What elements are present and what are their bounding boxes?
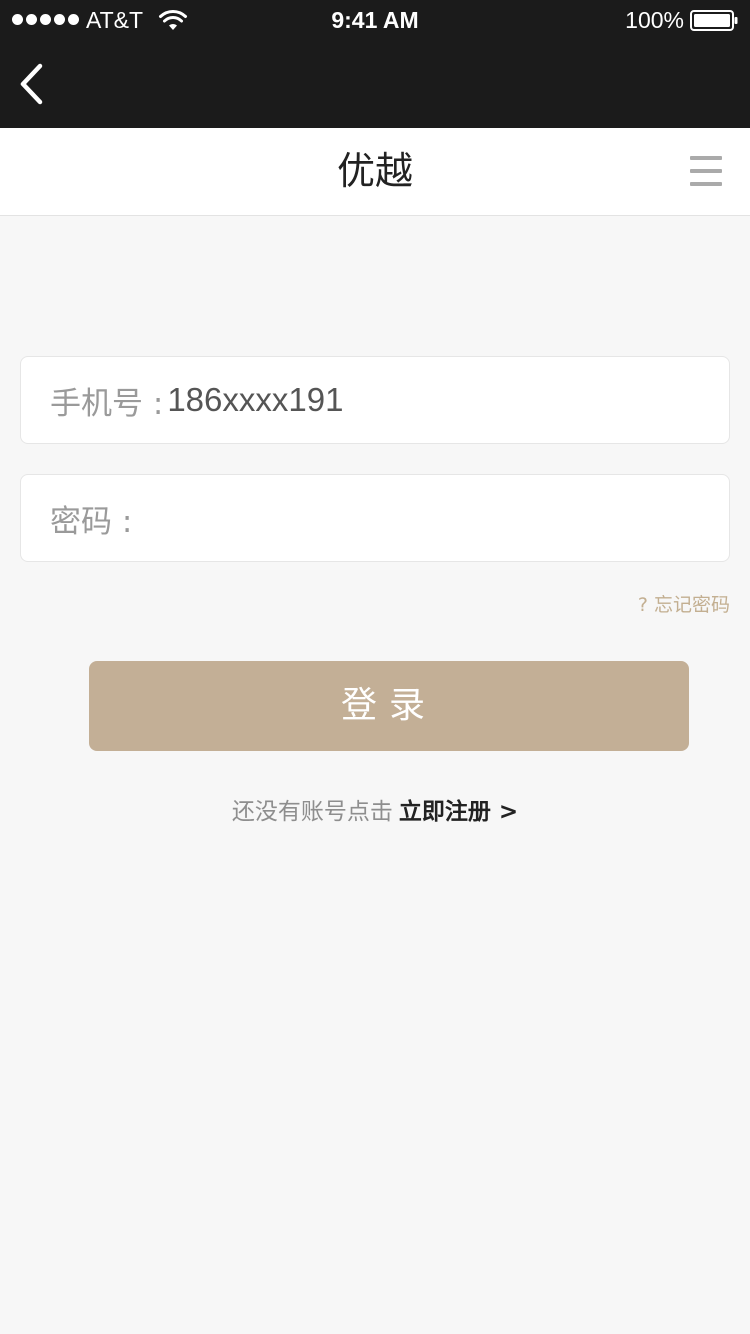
- chevron-left-icon: [20, 63, 43, 105]
- password-label: 密码 :: [50, 503, 133, 540]
- password-input[interactable]: [132, 488, 729, 548]
- register-prompt: 还没有账号点击: [231, 799, 393, 825]
- register-link[interactable]: 立即注册 >: [399, 799, 518, 825]
- page-title: 优越: [336, 149, 413, 193]
- register-row: 还没有账号点击 立即注册 >: [0, 796, 750, 828]
- signal-strength-icon: [12, 14, 79, 25]
- menu-button[interactable]: [690, 154, 724, 188]
- page-header: 优越: [0, 128, 750, 216]
- phone-value[interactable]: 186xxxx191: [167, 381, 343, 419]
- phone-field[interactable]: 手机号 : 186xxxx191: [20, 356, 730, 444]
- phone-label: 手机号 :: [50, 385, 164, 422]
- nav-bar: [0, 40, 750, 128]
- forgot-password-link[interactable]: ? 忘记密码: [638, 590, 730, 617]
- login-button[interactable]: 登录: [89, 661, 689, 751]
- wifi-icon: [159, 9, 187, 30]
- battery-icon: [690, 10, 738, 31]
- back-button[interactable]: [10, 60, 58, 108]
- carrier-name: AT&T: [86, 7, 144, 33]
- password-field[interactable]: 密码 :: [20, 474, 730, 562]
- battery-percentage: 100%: [625, 7, 684, 33]
- status-bar: AT&T 9:41 AM 100%: [0, 0, 750, 40]
